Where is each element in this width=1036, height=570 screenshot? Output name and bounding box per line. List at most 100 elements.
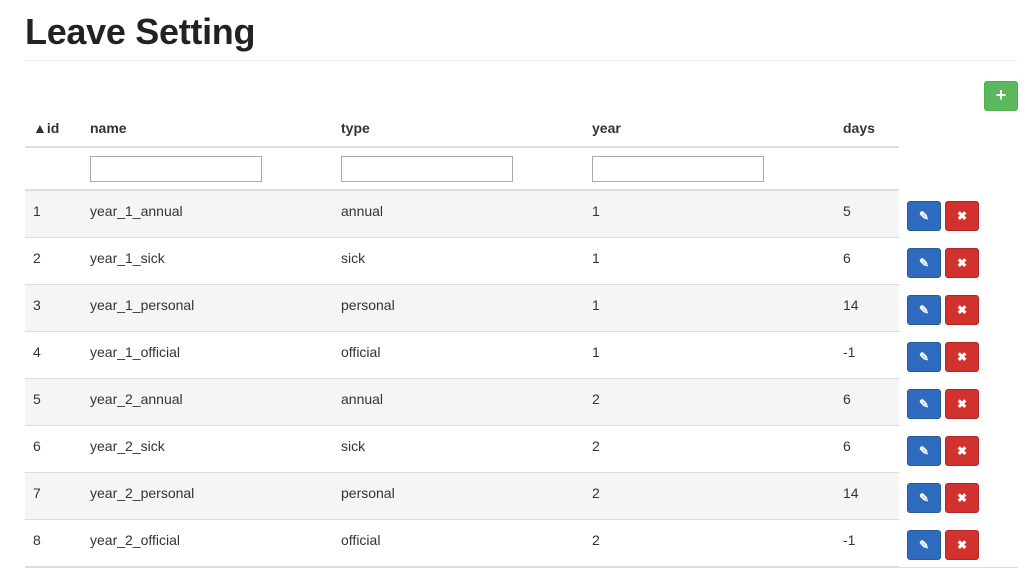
cell-id: 7 <box>25 472 90 520</box>
cell-year: 1 <box>592 284 843 332</box>
column-header-year[interactable]: year <box>592 110 843 148</box>
delete-button[interactable]: ✖ <box>945 530 979 560</box>
cell-id: 5 <box>25 378 90 426</box>
row-actions: ✎ ✖ <box>907 286 987 333</box>
cell-days: 6 <box>843 425 899 473</box>
cell-id: 8 <box>25 519 90 567</box>
table-row: 6 year_2_sick sick 2 6 <box>25 425 899 473</box>
column-header-type[interactable]: type <box>341 110 592 148</box>
edit-button[interactable]: ✎ <box>907 201 941 231</box>
cell-type: official <box>341 331 592 379</box>
table-row: 7 year_2_personal personal 2 14 <box>25 472 899 520</box>
table-row: 4 year_1_official official 1 -1 <box>25 331 899 379</box>
pencil-icon: ✎ <box>918 256 930 270</box>
times-icon: ✖ <box>956 397 968 411</box>
cell-id: 3 <box>25 284 90 332</box>
delete-button[interactable]: ✖ <box>945 295 979 325</box>
cell-type: official <box>341 519 592 567</box>
page-title: Leave Setting <box>25 11 256 52</box>
cell-year: 1 <box>592 237 843 285</box>
row-actions: ✎ ✖ <box>907 427 987 474</box>
cell-year: 2 <box>592 425 843 473</box>
pencil-icon: ✎ <box>918 491 930 505</box>
row-actions: ✎ ✖ <box>907 192 987 239</box>
edit-button[interactable]: ✎ <box>907 342 941 372</box>
filter-row <box>25 147 899 191</box>
cell-year: 1 <box>592 190 843 238</box>
cell-type: personal <box>341 284 592 332</box>
cell-days: 6 <box>843 378 899 426</box>
cell-name: year_1_official <box>90 331 341 379</box>
cell-days: 5 <box>843 190 899 238</box>
cell-id: 2 <box>25 237 90 285</box>
cell-name: year_2_official <box>90 519 341 567</box>
plus-icon: + <box>995 85 1007 105</box>
delete-button[interactable]: ✖ <box>945 389 979 419</box>
leave-setting-table: ▲id name type year days 1 year_1_annual an… <box>25 110 899 567</box>
year-filter-input[interactable] <box>592 155 764 182</box>
column-header-days[interactable]: days <box>843 110 899 148</box>
cell-id: 6 <box>25 425 90 473</box>
table-row: 1 year_1_annual annual 1 5 <box>25 190 899 238</box>
delete-button[interactable]: ✖ <box>945 201 979 231</box>
cell-days: 14 <box>843 284 899 332</box>
row-actions-column: ✎ ✖ ✎ ✖ ✎ ✖ ✎ ✖ ✎ ✖ ✎ ✖ ✎ ✖ ✎ ✖ <box>907 192 987 568</box>
cell-type: sick <box>341 425 592 473</box>
pencil-icon: ✎ <box>918 444 930 458</box>
edit-button[interactable]: ✎ <box>907 248 941 278</box>
cell-type: personal <box>341 472 592 520</box>
type-filter-input[interactable] <box>341 155 513 182</box>
cell-name: year_2_annual <box>90 378 341 426</box>
column-header-id[interactable]: ▲id <box>25 110 90 148</box>
cell-days: -1 <box>843 519 899 567</box>
cell-id: 1 <box>25 190 90 238</box>
table-header-row: ▲id name type year days <box>25 110 899 148</box>
cell-days: 6 <box>843 237 899 285</box>
cell-type: annual <box>341 190 592 238</box>
cell-name: year_1_sick <box>90 237 341 285</box>
cell-name: year_1_annual <box>90 190 341 238</box>
cell-year: 2 <box>592 519 843 567</box>
times-icon: ✖ <box>956 538 968 552</box>
cell-id: 4 <box>25 331 90 379</box>
pencil-icon: ✎ <box>918 209 930 223</box>
table-row: 3 year_1_personal personal 1 14 <box>25 284 899 332</box>
delete-button[interactable]: ✖ <box>945 248 979 278</box>
column-header-name[interactable]: name <box>90 110 341 148</box>
cell-name: year_2_personal <box>90 472 341 520</box>
row-actions: ✎ ✖ <box>907 239 987 286</box>
add-button[interactable]: + <box>984 81 1018 111</box>
edit-button[interactable]: ✎ <box>907 530 941 560</box>
pencil-icon: ✎ <box>918 397 930 411</box>
times-icon: ✖ <box>956 303 968 317</box>
delete-button[interactable]: ✖ <box>945 483 979 513</box>
delete-button[interactable]: ✖ <box>945 342 979 372</box>
cell-type: sick <box>341 237 592 285</box>
table-row: 5 year_2_annual annual 2 6 <box>25 378 899 426</box>
table-row: 2 year_1_sick sick 1 6 <box>25 237 899 285</box>
edit-button[interactable]: ✎ <box>907 389 941 419</box>
times-icon: ✖ <box>956 350 968 364</box>
pencil-icon: ✎ <box>918 538 930 552</box>
pencil-icon: ✎ <box>918 303 930 317</box>
row-actions: ✎ ✖ <box>907 521 987 568</box>
table-row: 8 year_2_official official 2 -1 <box>25 519 899 567</box>
name-filter-input[interactable] <box>90 155 262 182</box>
edit-button[interactable]: ✎ <box>907 483 941 513</box>
cell-days: -1 <box>843 331 899 379</box>
cell-name: year_1_personal <box>90 284 341 332</box>
edit-button[interactable]: ✎ <box>907 295 941 325</box>
times-icon: ✖ <box>956 256 968 270</box>
edit-button[interactable]: ✎ <box>907 436 941 466</box>
times-icon: ✖ <box>956 491 968 505</box>
title-divider <box>25 60 1018 61</box>
table-bottom-divider <box>25 567 1018 568</box>
row-actions: ✎ ✖ <box>907 380 987 427</box>
cell-year: 2 <box>592 472 843 520</box>
cell-year: 2 <box>592 378 843 426</box>
cell-year: 1 <box>592 331 843 379</box>
cell-name: year_2_sick <box>90 425 341 473</box>
pencil-icon: ✎ <box>918 350 930 364</box>
delete-button[interactable]: ✖ <box>945 436 979 466</box>
row-actions: ✎ ✖ <box>907 474 987 521</box>
